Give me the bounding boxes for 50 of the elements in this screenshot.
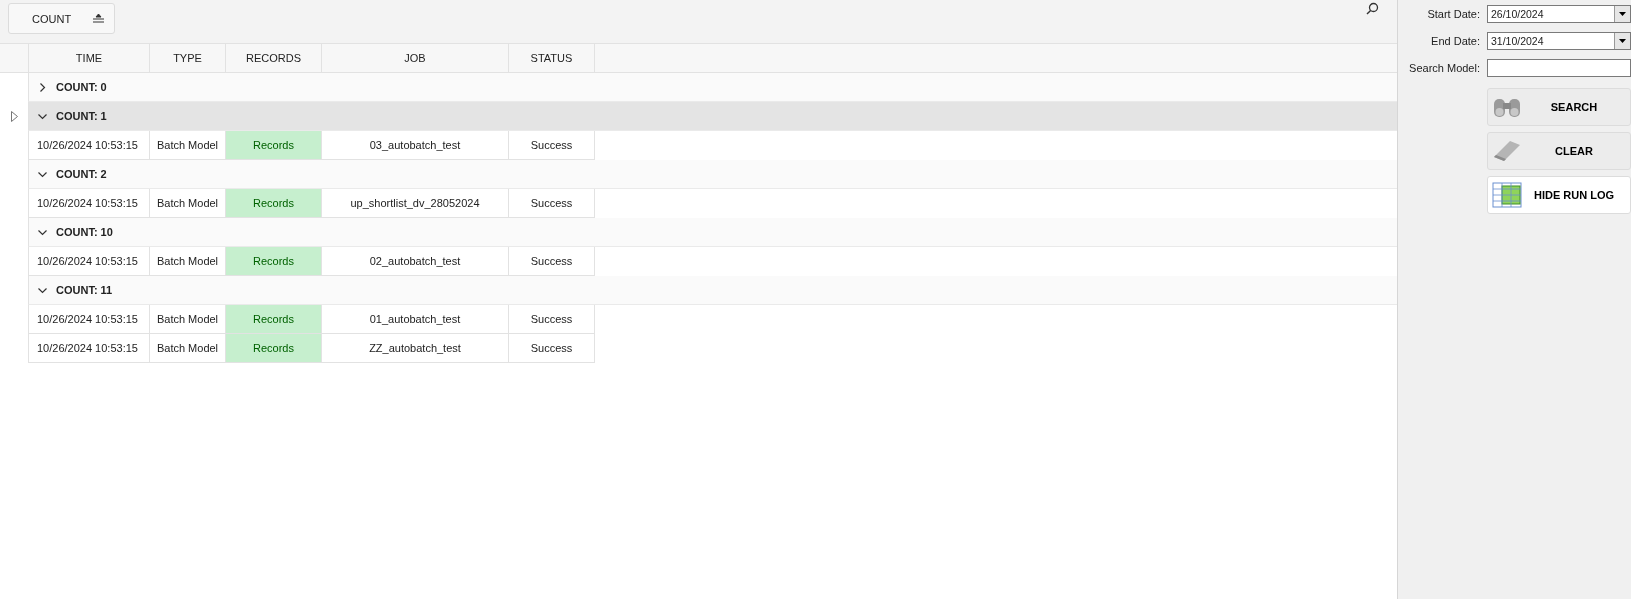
grid-button[interactable]: HIDE RUN LOG: [1487, 176, 1631, 214]
chevron-icon[interactable]: [38, 169, 47, 179]
search-model-field[interactable]: [1487, 58, 1631, 77]
start-date-label: Start Date:: [1426, 7, 1480, 20]
table-cell: 01_autobatch_test: [321, 305, 508, 334]
table-cell: Records: [225, 189, 321, 218]
column-header[interactable]: JOB: [321, 44, 508, 72]
caret-icon: [1619, 11, 1626, 16]
table-cell: Records: [225, 334, 321, 363]
search-model-label: Search Model:: [1408, 61, 1480, 74]
chevron-icon[interactable]: [38, 82, 47, 92]
end-date-field[interactable]: 31/10/2024: [1487, 31, 1631, 50]
group-label: COUNT: 2: [56, 168, 107, 180]
group-chip[interactable]: COUNT: [8, 3, 116, 34]
clear-button[interactable]: CLEAR: [1487, 132, 1631, 170]
group-row[interactable]: COUNT: 11: [28, 276, 1397, 305]
dropdown-button[interactable]: [1614, 5, 1630, 22]
chevron-icon[interactable]: [38, 285, 47, 295]
table-cell: Success: [508, 305, 595, 334]
sort-icon: [93, 14, 105, 23]
search-button[interactable]: SEARCH: [1487, 88, 1631, 126]
start-date-field[interactable]: 26/10/2024: [1487, 4, 1631, 23]
group-chip-label: COUNT: [32, 12, 72, 25]
chevron-icon[interactable]: [38, 111, 47, 121]
group-label: COUNT: 0: [56, 81, 107, 93]
group-label: COUNT: 10: [56, 226, 113, 238]
dropdown-button[interactable]: [1614, 32, 1630, 49]
group-row[interactable]: COUNT: 10: [28, 218, 1397, 247]
spreadsheet-icon: [1492, 182, 1522, 208]
end-date-label: End Date:: [1430, 34, 1480, 47]
column-header[interactable]: TIME: [28, 44, 149, 72]
table-cell: Records: [225, 131, 321, 160]
group-row[interactable]: COUNT: 1: [28, 102, 1397, 131]
eraser-icon: [1492, 139, 1522, 163]
group-label: COUNT: 1: [56, 110, 107, 122]
search-icon[interactable]: [1366, 2, 1379, 15]
column-header[interactable]: STATUS: [508, 44, 595, 72]
chevron-icon[interactable]: [38, 227, 47, 237]
group-label: COUNT: 11: [56, 284, 113, 296]
caret-icon: [1619, 38, 1626, 43]
table-cell: ZZ_autobatch_test: [321, 334, 508, 363]
column-header[interactable]: RECORDS: [225, 44, 321, 72]
table-cell: Success: [508, 334, 595, 363]
group-row[interactable]: COUNT: 0: [28, 73, 1397, 102]
table-cell: 10/26/2024 10:53:15: [28, 334, 149, 363]
table-cell: 10/26/2024 10:53:15: [28, 305, 149, 334]
table-cell: Records: [225, 247, 321, 276]
column-header[interactable]: TYPE: [149, 44, 225, 72]
table-cell: Records: [225, 305, 321, 334]
group-row[interactable]: COUNT: 2: [28, 160, 1397, 189]
